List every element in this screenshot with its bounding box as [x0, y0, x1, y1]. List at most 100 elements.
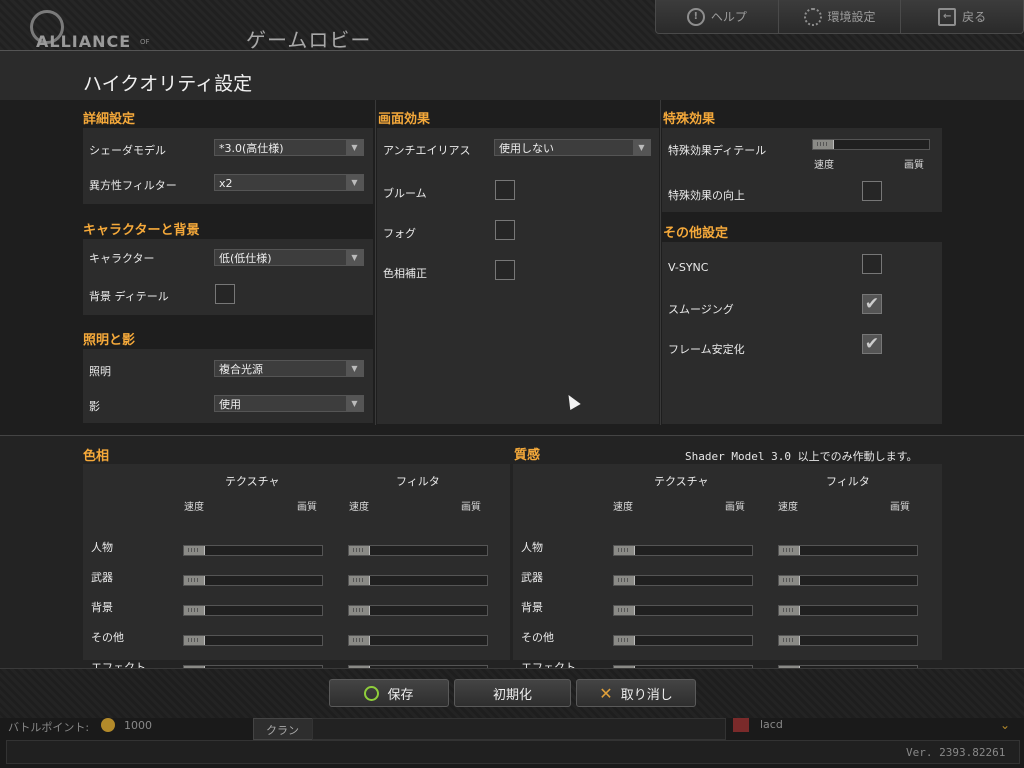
tq-filter-slider[interactable] — [778, 575, 918, 586]
shadow-dropdown[interactable]: 使用 ▼ — [214, 395, 364, 412]
slider-handle[interactable] — [614, 576, 635, 585]
logo-suffix: OF — [140, 38, 150, 46]
action-bar: 保存 初期化 ✕ 取り消し — [0, 668, 1024, 719]
fx-detail-slider[interactable] — [812, 139, 930, 150]
hue-filter-slider[interactable] — [348, 605, 488, 616]
chevron-down-icon: ▼ — [346, 250, 363, 265]
hue-texture-slider[interactable] — [183, 545, 323, 556]
slider-handle[interactable] — [184, 606, 205, 615]
detail-section: シェーダモデル *3.0(高仕様) ▼ 異方性フィルター x2 ▼ — [83, 128, 373, 204]
aniso-value: x2 — [219, 177, 233, 190]
tq-filter-slider[interactable] — [778, 545, 918, 556]
special-effects-section: 特殊効果ディテール 速度 画質 特殊効果の向上 — [662, 128, 942, 212]
hue-texture-slider[interactable] — [183, 605, 323, 616]
hue-title: 色相 — [83, 449, 110, 464]
slider-handle[interactable] — [779, 606, 800, 615]
slider-handle[interactable] — [349, 636, 370, 645]
vsync-checkbox[interactable] — [862, 254, 882, 274]
save-label: 保存 — [387, 687, 414, 703]
chevron-down-icon: ▼ — [346, 140, 363, 155]
clan-tab[interactable]: クラン — [253, 718, 313, 740]
exclamation-icon: ! — [686, 7, 705, 26]
top-bar: ALLIANCE OF ゲームロビー ! ヘルプ 環境設定 ← 戻る — [0, 0, 1024, 52]
other-settings-title: その他設定 — [663, 226, 729, 241]
character-label: キャラクター — [89, 252, 155, 265]
slider-handle[interactable] — [349, 576, 370, 585]
chevron-down-icon: ▼ — [346, 361, 363, 376]
hue-row-label: 武器 — [91, 571, 113, 584]
tq-texture-slider[interactable] — [613, 605, 753, 616]
slider-handle[interactable] — [779, 636, 800, 645]
hue-texture-panel: 色相 テクスチャ フィルタ 速度 画質 速度 画質 人物武器背景その他エフェクト… — [0, 435, 1024, 676]
slider-handle[interactable] — [184, 546, 205, 555]
tq-row-label: その他 — [521, 631, 554, 644]
slider-handle[interactable] — [813, 140, 834, 149]
fog-checkbox[interactable] — [495, 220, 515, 240]
hue-row-label: その他 — [91, 631, 124, 644]
version-text: Ver. 2393.82261 — [906, 746, 1006, 759]
exit-icon: ← — [938, 7, 957, 26]
antialias-label: アンチエイリアス — [383, 144, 471, 157]
smoothing-label: スムージング — [668, 303, 734, 316]
tq-texture-slider[interactable] — [613, 575, 753, 586]
tq-texture-slider[interactable] — [613, 635, 753, 646]
help-label: ヘルプ — [710, 10, 747, 24]
fx-detail-label: 特殊効果ディテール — [668, 144, 767, 157]
light-dropdown[interactable]: 複合光源 ▼ — [214, 360, 364, 377]
slider-handle[interactable] — [184, 576, 205, 585]
hue-filter-slider[interactable] — [348, 635, 488, 646]
shadow-label: 影 — [89, 400, 100, 413]
hue-filter-slider[interactable] — [348, 575, 488, 586]
hue-row-label: 背景 — [91, 601, 113, 614]
tq-filter-quality: 画質 — [890, 502, 910, 513]
bg-detail-checkbox[interactable] — [215, 284, 235, 304]
hue-tex-quality: 画質 — [297, 502, 317, 513]
slider-handle[interactable] — [779, 576, 800, 585]
reset-button[interactable]: 初期化 — [454, 679, 571, 707]
bloom-checkbox[interactable] — [495, 180, 515, 200]
back-button[interactable]: ← 戻る — [901, 0, 1023, 33]
fx-enhance-checkbox[interactable] — [862, 181, 882, 201]
slider-handle[interactable] — [614, 606, 635, 615]
circle-icon — [364, 685, 380, 701]
tq-tex-quality: 画質 — [725, 502, 745, 513]
hue-texture-slider[interactable] — [183, 575, 323, 586]
game-logo: ALLIANCE OF — [28, 8, 178, 51]
help-button[interactable]: ! ヘルプ — [656, 0, 779, 33]
hue-correction-label: 色相補正 — [383, 267, 427, 280]
light-label: 照明 — [89, 365, 111, 378]
slider-handle[interactable] — [779, 546, 800, 555]
slider-handle[interactable] — [184, 636, 205, 645]
settings-button[interactable]: 環境設定 — [779, 0, 902, 33]
shader-dropdown[interactable]: *3.0(高仕様) ▼ — [214, 139, 364, 156]
chat-input[interactable] — [312, 718, 726, 740]
tq-filter-slider[interactable] — [778, 635, 918, 646]
hue-filter-header: フィルタ — [396, 475, 440, 488]
status-bar: バトルポイント: 1000 クラン lacd ⌄ Ver. 2393.82261 — [0, 718, 1024, 768]
slider-handle[interactable] — [614, 546, 635, 555]
save-button[interactable]: 保存 — [329, 679, 449, 707]
chevron-down-icon: ▼ — [633, 140, 650, 155]
character-dropdown[interactable]: 低(低仕様) ▼ — [214, 249, 364, 266]
top-nav: ! ヘルプ 環境設定 ← 戻る — [655, 0, 1024, 34]
shader-label: シェーダモデル — [89, 144, 166, 157]
cancel-button[interactable]: ✕ 取り消し — [576, 679, 696, 707]
slider-handle[interactable] — [614, 636, 635, 645]
shader-note: Shader Model 3.0 以上でのみ作動します。 — [685, 450, 918, 463]
column-divider — [660, 100, 661, 425]
hue-correction-checkbox[interactable] — [495, 260, 515, 280]
antialias-dropdown[interactable]: 使用しない ▼ — [494, 139, 651, 156]
slider-handle[interactable] — [349, 606, 370, 615]
chevron-down-icon[interactable]: ⌄ — [1000, 718, 1010, 732]
screen-effects-title: 画面効果 — [378, 112, 431, 127]
aniso-label: 異方性フィルター — [89, 179, 177, 192]
hue-filter-slider[interactable] — [348, 545, 488, 556]
hue-texture-slider[interactable] — [183, 635, 323, 646]
tq-texture-slider[interactable] — [613, 545, 753, 556]
other-settings-section: V-SYNC スムージング ✔ フレーム安定化 ✔ — [662, 242, 942, 424]
smoothing-checkbox[interactable]: ✔ — [862, 294, 882, 314]
slider-handle[interactable] — [349, 546, 370, 555]
frame-stabilize-checkbox[interactable]: ✔ — [862, 334, 882, 354]
tq-filter-slider[interactable] — [778, 605, 918, 616]
aniso-dropdown[interactable]: x2 ▼ — [214, 174, 364, 191]
